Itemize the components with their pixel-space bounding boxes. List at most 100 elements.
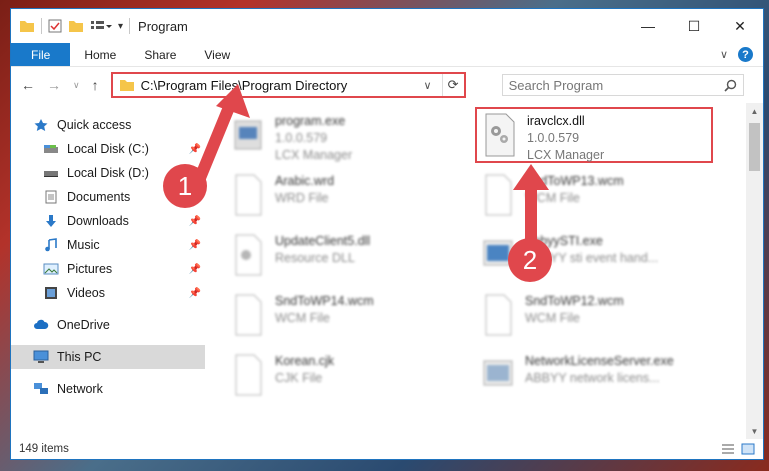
callout-badge-2: 2: [508, 238, 552, 282]
forward-button[interactable]: →: [47, 77, 61, 93]
sidebar-item-onedrive[interactable]: OneDrive: [11, 313, 205, 337]
file-item-highlighted[interactable]: iravclcx.dll 1.0.0.579 LCX Manager: [475, 107, 713, 163]
navigation-pane: Quick access Local Disk (C:) 📌 Local Dis…: [11, 103, 205, 439]
file-item[interactable]: SndToWP12.wcm WCM File: [475, 289, 705, 345]
tab-view[interactable]: View: [190, 43, 244, 66]
sidebar-item-label: OneDrive: [57, 318, 110, 332]
file-item[interactable]: Korean.cjk CJK File: [225, 349, 455, 405]
drive-icon: [44, 171, 58, 177]
pin-icon[interactable]: 📌: [189, 240, 201, 251]
details-view-icon[interactable]: [721, 443, 735, 455]
refresh-button[interactable]: ⟳: [441, 74, 464, 96]
sidebar-item-network[interactable]: Network: [11, 377, 205, 401]
tab-file[interactable]: File: [11, 43, 71, 66]
file-version: 1.0.0.579: [527, 131, 580, 145]
sidebar-item-label: Documents: [67, 190, 131, 204]
quick-access-toolbar: ▾: [19, 18, 131, 34]
up-button[interactable]: ↑: [92, 77, 99, 93]
sidebar-item-label: Local Disk (D:): [67, 166, 149, 180]
explorer-window: ▾ Program — ☐ ✕ File Home Share View ∨ ?…: [10, 8, 764, 460]
pin-icon[interactable]: 📌: [189, 216, 201, 227]
vertical-scrollbar[interactable]: ▲ ▼: [746, 103, 763, 439]
dll-file-icon: [235, 234, 262, 276]
download-icon: [46, 215, 56, 227]
file-name: iravclcx.dll: [527, 114, 585, 128]
address-bar[interactable]: C:\Program Files\Program Directory ∨ ⟳: [110, 72, 466, 98]
sidebar-item-music[interactable]: Music 📌: [11, 233, 205, 257]
file-description: LCX Manager: [275, 148, 353, 162]
music-icon: [45, 238, 57, 252]
file-item[interactable]: UpdateClient5.dll Resource DLL: [225, 229, 455, 285]
scroll-up-icon[interactable]: ▲: [746, 103, 763, 119]
cloud-icon: [34, 319, 49, 329]
file-name: Korean.cjk: [275, 354, 335, 368]
scroll-thumb[interactable]: [749, 123, 760, 171]
window-title: Program: [138, 18, 188, 34]
search-input[interactable]: [508, 77, 724, 93]
file-item[interactable]: NetworkLicenseServer.exe ABBYY network l…: [475, 349, 705, 405]
sidebar-item-label: Network: [57, 382, 103, 396]
computer-icon: [33, 350, 49, 363]
back-button[interactable]: ←: [21, 77, 35, 93]
item-count: 149 items: [19, 443, 69, 455]
drive-icon: [44, 145, 58, 153]
large-icons-view-icon[interactable]: [741, 443, 755, 455]
file-name: SndToWP12.wcm: [525, 294, 624, 308]
videos-icon: [45, 287, 57, 299]
file-item[interactable]: SndToWP14.wcm WCM File: [225, 289, 455, 345]
help-icon[interactable]: ?: [738, 47, 753, 62]
file-list: program.exe 1.0.0.579 LCX Manager iravcl…: [205, 103, 763, 439]
network-icon: [34, 383, 48, 394]
address-dropdown-icon[interactable]: ∨: [424, 79, 436, 92]
search-box[interactable]: [501, 74, 744, 96]
close-button[interactable]: ✕: [717, 9, 763, 43]
sidebar-item-label: This PC: [57, 350, 102, 364]
status-bar: 149 items: [11, 439, 763, 459]
generic-file-icon: [235, 294, 262, 336]
sidebar-item-this-pc[interactable]: This PC: [11, 345, 205, 369]
documents-icon: [45, 190, 57, 204]
customize-toolbar-icon[interactable]: [90, 19, 112, 33]
pin-icon[interactable]: 📌: [189, 264, 201, 275]
sidebar-item-videos[interactable]: Videos 📌: [11, 281, 205, 305]
sidebar-item-quick-access[interactable]: Quick access: [11, 113, 205, 137]
sidebar-item-label: Quick access: [57, 118, 132, 132]
toolbar-dropdown-icon[interactable]: ▾: [118, 21, 123, 32]
sidebar-item-label: Local Disk (C:): [67, 142, 149, 156]
file-name: NetworkLicenseServer.exe: [525, 354, 674, 368]
file-type: CJK File: [275, 371, 323, 385]
toolbar-divider: [41, 18, 42, 34]
file-type: WCM File: [275, 311, 330, 325]
title-bar: ▾ Program — ☐ ✕: [11, 9, 763, 43]
file-type: Resource DLL: [275, 251, 355, 265]
sidebar-item-label: Videos: [67, 286, 105, 300]
minimize-button[interactable]: —: [625, 9, 671, 43]
scroll-down-icon[interactable]: ▼: [746, 423, 763, 439]
generic-file-icon: [485, 294, 512, 336]
properties-icon[interactable]: [48, 19, 62, 33]
recent-locations-icon[interactable]: ∨: [73, 80, 80, 91]
generic-file-icon: [235, 354, 262, 396]
sidebar-item-pictures[interactable]: Pictures 📌: [11, 257, 205, 281]
maximize-button[interactable]: ☐: [671, 9, 717, 43]
tab-share[interactable]: Share: [130, 43, 190, 66]
expand-ribbon-icon[interactable]: ∨: [720, 48, 728, 61]
tab-home[interactable]: Home: [70, 43, 130, 66]
sidebar-item-label: Downloads: [67, 214, 129, 228]
sidebar-item-label: Music: [67, 238, 100, 252]
file-type: ABBYY network licens...: [525, 371, 660, 385]
file-name: SndToWP14.wcm: [275, 294, 374, 308]
file-name: UpdateClient5.dll: [275, 234, 371, 248]
ribbon-tabs: File Home Share View ∨ ?: [11, 43, 763, 67]
pin-icon[interactable]: 📌: [189, 288, 201, 299]
exe-file-icon: [483, 360, 513, 386]
file-version: 1.0.0.579: [275, 131, 328, 145]
sidebar-item-local-disk-c[interactable]: Local Disk (C:) 📌: [11, 137, 205, 161]
sidebar-item-downloads[interactable]: Downloads 📌: [11, 209, 205, 233]
dll-file-icon: [485, 113, 515, 157]
new-folder-icon[interactable]: [68, 19, 84, 33]
content-area: Quick access Local Disk (C:) 📌 Local Dis…: [11, 103, 763, 439]
window-controls: — ☐ ✕: [625, 9, 763, 43]
